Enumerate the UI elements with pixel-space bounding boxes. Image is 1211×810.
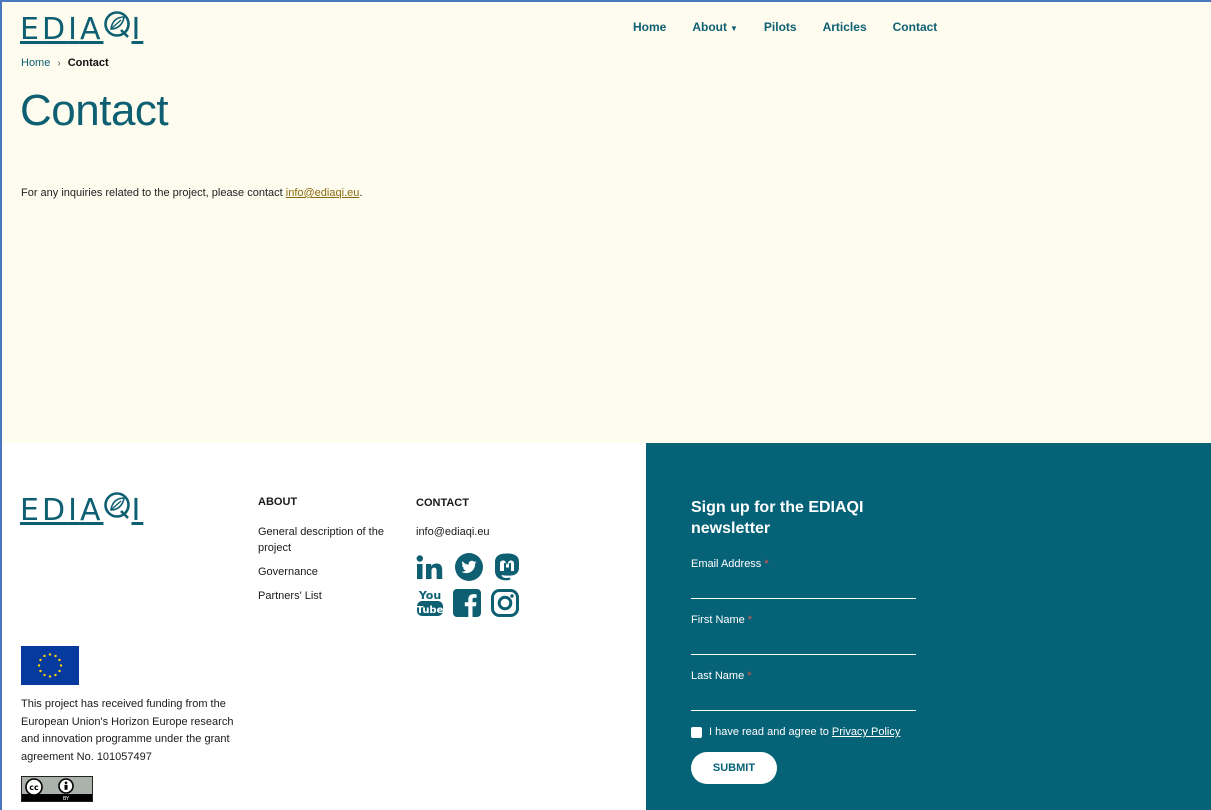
first-name-field[interactable] bbox=[691, 633, 916, 655]
eu-star bbox=[43, 654, 46, 658]
breadcrumb-current: Contact bbox=[67, 57, 109, 69]
email-label-text: Email Address bbox=[691, 558, 762, 570]
footer-contact-heading: CONTACT bbox=[416, 497, 469, 509]
nav-about-label: About bbox=[692, 20, 727, 34]
eu-star bbox=[39, 669, 42, 673]
page-title: Contact bbox=[20, 86, 169, 135]
caret-down-icon: ▼ bbox=[730, 24, 738, 33]
intro-text: For any inquiries related to the project… bbox=[21, 187, 286, 199]
eu-flag-logo bbox=[21, 646, 79, 685]
eu-star bbox=[58, 669, 61, 673]
last-name-label: Last Name * bbox=[691, 670, 751, 682]
contact-intro: For any inquiries related to the project… bbox=[21, 187, 362, 199]
eu-star bbox=[37, 664, 41, 667]
newsletter-title: Sign up for the EDIAQI newsletter bbox=[691, 499, 864, 537]
logo-leaf-q-icon bbox=[103, 9, 131, 39]
submit-button[interactable]: SUBMIT bbox=[691, 752, 777, 784]
privacy-checkbox[interactable] bbox=[691, 726, 702, 738]
eu-star bbox=[39, 658, 42, 662]
svg-text:Tube: Tube bbox=[417, 605, 444, 616]
first-name-label-text: First Name bbox=[691, 614, 745, 626]
footer-logo-text: EDIA I bbox=[20, 490, 143, 528]
instagram-icon[interactable] bbox=[490, 588, 520, 618]
logo-leaf-q-icon bbox=[103, 490, 131, 520]
svg-text:You: You bbox=[418, 589, 441, 602]
nav-about[interactable]: About ▼ bbox=[692, 20, 738, 34]
newsletter-signup: Sign up for the EDIAQI newsletter Email … bbox=[646, 443, 1211, 810]
email-field[interactable] bbox=[691, 577, 916, 599]
funding-notice: This project has received funding from t… bbox=[21, 698, 234, 763]
breadcrumb-separator: › bbox=[57, 57, 61, 69]
nav-home[interactable]: Home bbox=[633, 20, 666, 34]
required-mark: * bbox=[747, 670, 752, 682]
main-nav: Home About ▼ Pilots Articles Contact bbox=[620, 20, 950, 34]
cc-text: cc bbox=[29, 783, 39, 792]
footer-contact-column: CONTACT info@ediaqi.eu bbox=[416, 497, 556, 548]
email-label: Email Address * bbox=[691, 558, 769, 570]
social-links: You Tube bbox=[416, 552, 528, 624]
privacy-consent: I have read and agree to Privacy Policy bbox=[691, 726, 900, 738]
main-content: EDIA I Home About ▼ Pilots Articles Contac… bbox=[0, 0, 1211, 443]
required-mark: * bbox=[747, 614, 753, 626]
facebook-icon[interactable] bbox=[452, 588, 482, 618]
intro-email-link[interactable]: info@ediaqi.eu bbox=[286, 187, 360, 199]
eu-star bbox=[59, 664, 63, 667]
cc-by-license-badge[interactable]: BY cc bbox=[21, 776, 93, 802]
mastodon-icon[interactable] bbox=[492, 552, 522, 582]
nav-contact[interactable]: Contact bbox=[893, 20, 938, 34]
eu-star bbox=[54, 673, 57, 677]
footer-logo[interactable]: EDIA I bbox=[20, 490, 143, 528]
cc-by-text: BY bbox=[63, 796, 70, 801]
footer-about-column: ABOUT General description of the project… bbox=[258, 496, 398, 612]
breadcrumb-home[interactable]: Home bbox=[21, 57, 50, 69]
youtube-icon[interactable]: You Tube bbox=[416, 588, 444, 618]
nav-articles[interactable]: Articles bbox=[823, 20, 867, 34]
intro-suffix: . bbox=[359, 187, 363, 199]
consent-text: I have read and agree to bbox=[709, 726, 829, 738]
footer-link-partners[interactable]: Partners' List bbox=[258, 588, 398, 604]
required-mark: * bbox=[764, 558, 769, 570]
last-name-field[interactable] bbox=[691, 689, 916, 711]
eu-star bbox=[48, 675, 52, 678]
nav-pilots[interactable]: Pilots bbox=[764, 20, 797, 34]
footer: EDIA I ABOUT General description of the p… bbox=[0, 443, 646, 810]
first-name-label: First Name * bbox=[691, 614, 752, 626]
eu-star bbox=[43, 673, 46, 677]
linkedin-icon[interactable] bbox=[416, 552, 446, 582]
eu-star bbox=[58, 658, 61, 662]
privacy-policy-link[interactable]: Privacy Policy bbox=[832, 726, 900, 738]
footer-contact-email[interactable]: info@ediaqi.eu bbox=[416, 524, 556, 540]
breadcrumb: Home › Contact bbox=[21, 57, 109, 69]
logo-text: EDIA I bbox=[20, 9, 143, 47]
eu-star bbox=[54, 654, 57, 658]
ediaqi-logo[interactable]: EDIA I bbox=[20, 9, 143, 47]
footer-link-governance[interactable]: Governance bbox=[258, 564, 398, 580]
twitter-icon[interactable] bbox=[454, 552, 484, 582]
eu-star bbox=[48, 653, 52, 656]
last-name-label-text: Last Name bbox=[691, 670, 745, 682]
footer-link-description[interactable]: General description of the project bbox=[258, 524, 398, 556]
footer-about-heading: ABOUT bbox=[258, 496, 298, 508]
